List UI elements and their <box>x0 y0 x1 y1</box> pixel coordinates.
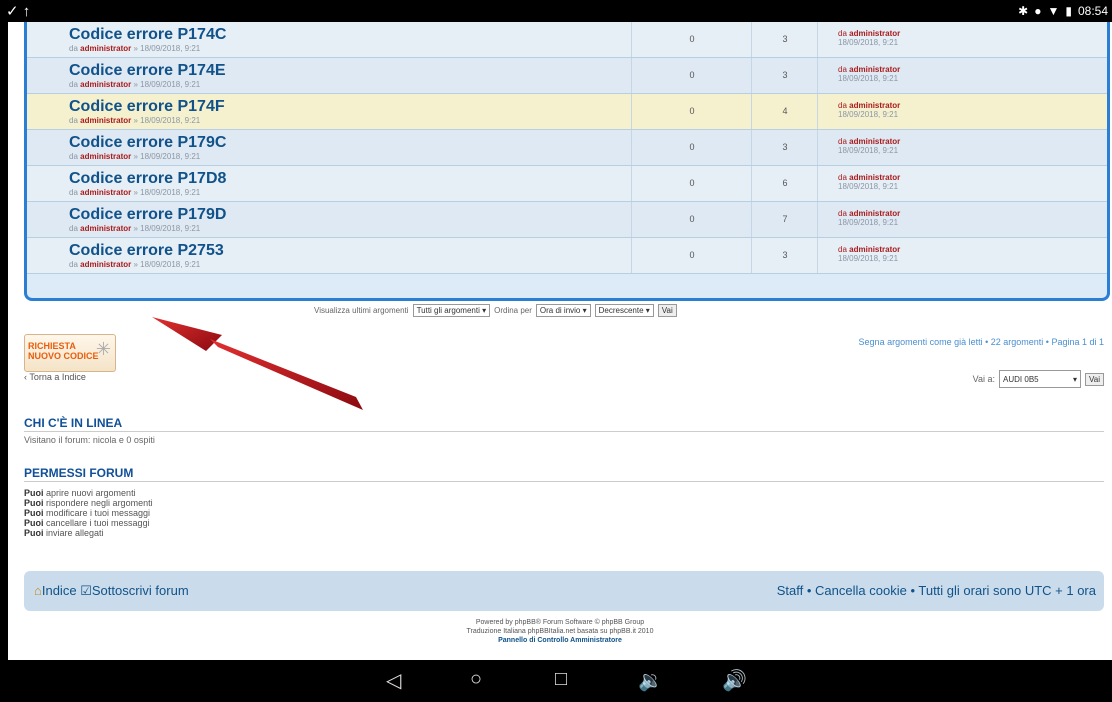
clock: 08:54 <box>1077 4 1108 18</box>
arrow-shaft <box>210 339 363 410</box>
status-right: ✱ ● ▼ ▮ 08:54 <box>1018 4 1108 18</box>
volume-up-icon[interactable]: 🔊 <box>722 668 747 693</box>
wifi-icon: ▼ <box>1047 4 1060 18</box>
recents-icon[interactable]: □ <box>555 668 567 691</box>
bluetooth-icon: ✱ <box>1018 4 1029 18</box>
status-left-icons: ✓ ↑ <box>6 3 31 20</box>
battery-icon: ▮ <box>1065 4 1072 18</box>
dnd-icon: ● <box>1034 4 1042 18</box>
back-icon[interactable]: ◁ <box>386 668 401 693</box>
red-arrow-annotation <box>152 317 363 410</box>
status-bar: ✓ ↑ ✱ ● ▼ ▮ 08:54 <box>0 0 1112 22</box>
volume-down-icon[interactable]: 🔉 <box>638 668 663 693</box>
arrow-head <box>152 317 222 351</box>
home-circle-icon[interactable]: ○ <box>470 668 482 691</box>
browser-viewport: Codice errore P174C da administrator » 1… <box>8 22 1112 660</box>
android-navigation-bar: ◁ ○ □ 🔉 🔊 <box>0 660 1112 702</box>
